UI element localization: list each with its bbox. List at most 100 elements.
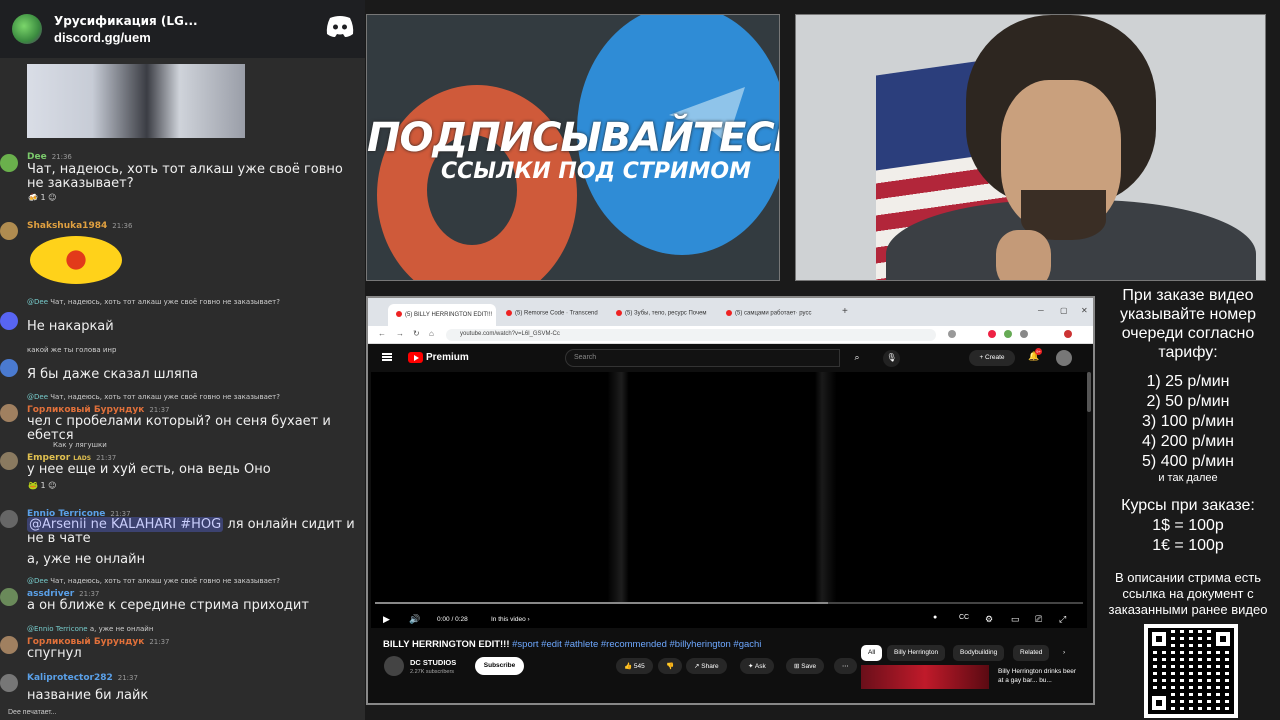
zoom-icon[interactable] (948, 330, 956, 338)
chevron-right-icon[interactable]: › (1056, 645, 1072, 661)
message-author: Kaliprotector282 21:37 (27, 673, 138, 683)
autoplay-toggle-icon[interactable]: ● (933, 614, 937, 621)
video-tags[interactable]: #sport #edit #athlete #recommended #bill… (512, 639, 761, 650)
cast-icon[interactable]: ⎚ (1035, 614, 1042, 625)
dislike-button[interactable]: 👎 (658, 658, 683, 674)
discord-logo-icon (326, 16, 354, 37)
user-mention[interactable]: @Arsenii ne KALAHARI #HOG (27, 517, 224, 532)
youtube-brand[interactable]: Premium (426, 352, 469, 363)
banner-title: ПОДПИСЫВАЙТЕСЬ (367, 115, 780, 161)
chip-related[interactable]: Related (1013, 645, 1050, 661)
mic-icon[interactable]: 🎙 (883, 350, 900, 367)
captions-icon[interactable]: CC (959, 614, 969, 621)
message-text: а, уже не онлайн (27, 552, 146, 567)
reload-icon[interactable]: ↻ (413, 329, 420, 338)
channel-name[interactable]: DC STUDIOS (410, 658, 456, 667)
message-text: спугнул (27, 646, 82, 661)
more-icon[interactable]: ⋯ (834, 658, 857, 674)
rates-heading: Курсы при заказе: (1121, 497, 1255, 514)
discord-chat-panel: Урусификация (LG... discord.gg/uem Dee 21… (0, 0, 365, 720)
avatar (0, 636, 18, 654)
progress-bar[interactable] (375, 602, 1083, 604)
browser-tab[interactable]: (5) самцами работает· русс (718, 304, 826, 326)
video-frame[interactable] (371, 372, 1087, 604)
minimize-icon[interactable]: ─ (1038, 306, 1044, 315)
video-title: BILLY HERRINGTON EDIT!!! #sport #edit #a… (383, 639, 762, 650)
time-display: 0:00 / 0:28 (437, 616, 468, 623)
volume-icon[interactable]: 🔊 (409, 614, 420, 625)
reply-preview[interactable]: @Dee Чат, надеюсь, хоть тот алкаш уже св… (27, 298, 280, 306)
miniplayer-icon[interactable]: ▭ (1011, 614, 1020, 625)
save-button[interactable]: ⊞ Save (786, 658, 825, 674)
back-icon[interactable]: ← (378, 329, 386, 338)
message-author: Dee 21:36 (27, 152, 72, 162)
message-text: у нее еще и хуй есть, она ведь Оно (27, 462, 271, 477)
youtube-favicon-icon (726, 310, 732, 316)
browser-window: (5) BILLY HERRINGTON EDIT!!!✕ (5) Remors… (366, 296, 1095, 705)
tier-item: 3) 100 р/мин (1142, 413, 1234, 430)
home-icon[interactable]: ⌂ (429, 329, 434, 338)
maximize-icon[interactable]: ▢ (1060, 306, 1068, 315)
video-player[interactable]: ▶ 🔊 0:00 / 0:28 In this video › ● CC ⚙ ▭… (371, 372, 1087, 628)
chip-bodybuilding[interactable]: Bodybuilding (953, 645, 1005, 661)
reply-preview[interactable]: @Dee Чат, надеюсь, хоть тот алкаш уже св… (27, 393, 280, 401)
avatar[interactable] (1056, 350, 1072, 366)
extension-icon[interactable] (988, 330, 996, 338)
browser-tab[interactable]: (5) Remorse Code · Transcend (498, 304, 606, 326)
reply-preview[interactable]: какой же ты голова инр (27, 346, 116, 354)
emote-image (30, 236, 122, 284)
avatar (0, 510, 18, 528)
browser-tab[interactable]: (5) Зубы, тело, ресурс Почем (608, 304, 716, 326)
reaction-badge[interactable]: 🐸 1 ☺ (28, 481, 57, 490)
scrollbar[interactable] (1087, 372, 1091, 412)
tier-list: 1) 25 р/мин 2) 50 р/мин 3) 100 р/мин 4) … (1096, 372, 1280, 484)
play-icon[interactable]: ▶ (383, 614, 390, 625)
recommended-title[interactable]: Billy Herrington drinks beer at a gay ba… (998, 667, 1078, 685)
message-text: Я бы даже сказал шляпа (27, 367, 199, 382)
streamer-hand (996, 230, 1051, 280)
avatar (0, 452, 18, 470)
close-window-icon[interactable]: ✕ (1081, 306, 1088, 315)
url-input[interactable]: youtube.com/watch?v=L6l_GSVM-Cc (446, 329, 936, 341)
fullscreen-icon[interactable]: ⤢ (1059, 614, 1066, 625)
subscribe-button[interactable]: Subscribe (475, 657, 524, 675)
search-icon[interactable]: ⌕ (844, 349, 870, 367)
buffer-bar (375, 602, 829, 604)
tier-item: 1) 25 р/мин (1146, 373, 1230, 390)
reply-preview[interactable]: Как у лягушки (53, 441, 107, 449)
tier-item: 4) 200 р/мин (1142, 433, 1234, 450)
notification-badge: 9+ (1035, 348, 1042, 355)
new-tab-icon[interactable]: + (842, 306, 848, 317)
image-attachment[interactable] (27, 64, 245, 138)
price-panel: При заказе видео указывайте номер очеред… (1096, 282, 1280, 720)
settings-icon[interactable]: ⚙ (985, 614, 993, 625)
extension-icon[interactable] (1020, 330, 1028, 338)
recommended-thumbnail[interactable] (861, 665, 989, 689)
reaction-badge[interactable]: 🍻 1 ☺ (28, 193, 57, 202)
tab-bar: (5) BILLY HERRINGTON EDIT!!!✕ (5) Remors… (368, 298, 1093, 326)
browser-tab[interactable]: (5) BILLY HERRINGTON EDIT!!!✕ (388, 304, 496, 326)
chapter-button[interactable]: In this video › (491, 616, 530, 623)
youtube-favicon-icon (396, 311, 402, 318)
menu-icon[interactable] (382, 353, 392, 361)
message-text: Чат, надеюсь, хоть тот алкаш уже своё го… (27, 162, 343, 191)
forward-icon[interactable]: → (396, 329, 404, 338)
share-button[interactable]: ↗ Share (686, 658, 727, 674)
avatar (0, 359, 18, 377)
youtube-favicon-icon (616, 310, 622, 316)
chip-billy-herrington[interactable]: Billy Herrington (887, 645, 946, 661)
ask-button[interactable]: ✦ Ask (740, 658, 774, 674)
youtube-logo-icon[interactable] (408, 352, 423, 363)
chip-all[interactable]: All (861, 645, 883, 661)
reply-preview[interactable]: @Dee Чат, надеюсь, хоть тот алкаш уже св… (27, 577, 280, 585)
rate-usd: 1$ = 100р (1152, 517, 1224, 534)
search-input[interactable]: Search (565, 349, 840, 367)
profile-icon[interactable] (1064, 330, 1072, 338)
like-button[interactable]: 👍 545 (616, 658, 653, 674)
channel-avatar[interactable] (384, 656, 404, 676)
extension-icon[interactable] (1004, 330, 1012, 338)
create-button[interactable]: + Create (969, 350, 1015, 366)
reply-preview[interactable]: @Ennio Terricone а, уже не онлайн (27, 625, 153, 633)
server-invite-link[interactable]: discord.gg/uem (54, 30, 198, 45)
youtube-header: Premium Search ⌕ 🎙 + Create 🔔 9+ (368, 344, 1093, 372)
